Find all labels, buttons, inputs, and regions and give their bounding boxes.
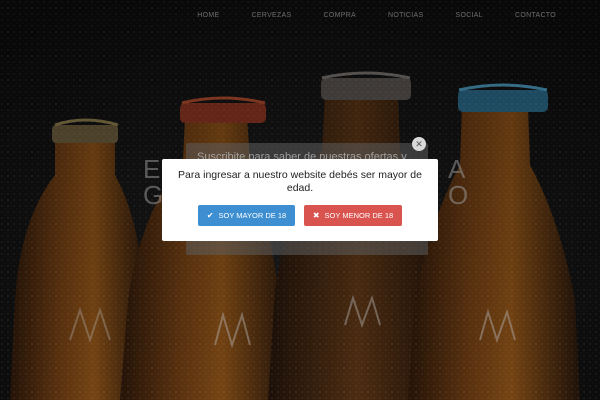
under-18-button[interactable]: ✖ SOY MENOR DE 18 — [304, 205, 402, 226]
main-nav: HOME CERVEZAS COMPRA NOTICIAS SOCIAL CON… — [181, 12, 572, 19]
under-18-label: SOY MENOR DE 18 — [324, 211, 394, 220]
nav-item-contacto[interactable]: CONTACTO — [499, 12, 572, 19]
over-18-button[interactable]: ✔ SOY MAYOR DE 18 — [198, 205, 295, 226]
close-icon: ✖ — [312, 210, 320, 220]
over-18-label: SOY MAYOR DE 18 — [218, 211, 287, 220]
hero-heading-fragment: G — [143, 180, 164, 210]
age-verification-modal: Para ingresar a nuestro website debés se… — [162, 159, 438, 241]
hero-heading-fragment: O — [448, 180, 469, 210]
nav-item-home[interactable]: HOME — [181, 12, 235, 19]
nav-item-social[interactable]: SOCIAL — [439, 12, 498, 19]
close-icon[interactable]: ✕ — [412, 137, 426, 151]
nav-item-cervezas[interactable]: CERVEZAS — [235, 12, 307, 19]
check-icon: ✔ — [206, 210, 214, 220]
nav-item-noticias[interactable]: NOTICIAS — [372, 12, 439, 19]
nav-item-compra[interactable]: COMPRA — [307, 12, 372, 19]
age-gate-message: Para ingresar a nuestro website debés se… — [178, 169, 422, 194]
